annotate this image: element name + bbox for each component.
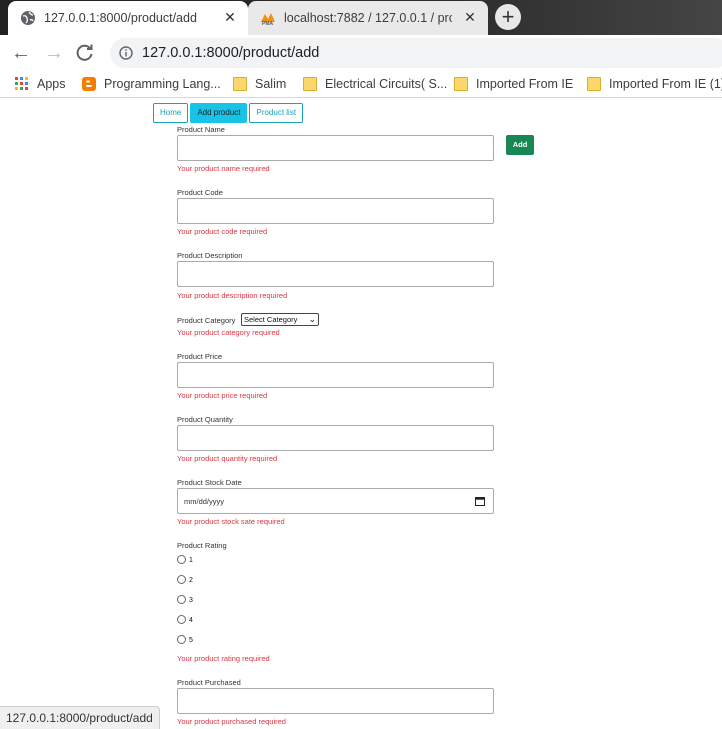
forward-icon[interactable]: → <box>42 41 66 65</box>
product-code-label: Product Code <box>177 188 223 197</box>
product-rating-label: Product Rating <box>177 541 227 550</box>
product-quantity-label: Product Quantity <box>177 415 233 424</box>
bookmark-label: Electrical Circuits( S... <box>325 77 448 91</box>
info-icon[interactable] <box>119 46 133 60</box>
product-stock-date-label: Product Stock Date <box>177 478 242 487</box>
product-purchased-input[interactable] <box>177 688 494 714</box>
rating-option-label: 3 <box>189 597 193 604</box>
product-category-error: Your product category required <box>177 328 280 337</box>
rating-option-label: 5 <box>189 637 193 644</box>
rating-option-label: 1 <box>189 557 193 564</box>
address-bar[interactable]: 127.0.0.1:8000/product/add <box>110 38 722 68</box>
product-list-button[interactable]: Product list <box>249 103 304 123</box>
product-quantity-input[interactable] <box>177 425 494 451</box>
reload-icon[interactable] <box>75 43 95 63</box>
tab-title: localhost:7882 / 127.0.0.1 / produ <box>284 11 452 25</box>
bookmark-programming[interactable]: Programming Lang... <box>82 75 221 93</box>
bookmark-apps[interactable]: Apps <box>15 75 66 93</box>
rating-option-label: 4 <box>189 617 193 624</box>
page-nav: Home Add product Product list <box>153 103 305 123</box>
product-purchased-error: Your product purchased required <box>177 717 286 726</box>
bookmark-label: Imported From IE (1) <box>609 77 722 91</box>
product-stock-date-error: Your product stock sate required <box>177 517 285 526</box>
tab-title: 127.0.0.1:8000/product/add <box>44 11 197 25</box>
rating-option-label: 2 <box>189 577 193 584</box>
product-stock-date-input[interactable]: mm/dd/yyyy <box>177 488 494 514</box>
product-category-selected: Select Category <box>244 315 298 324</box>
product-description-input[interactable] <box>177 261 494 287</box>
tab-phpmyadmin[interactable]: PMA localhost:7882 / 127.0.0.1 / produ ✕ <box>248 1 488 35</box>
bookmark-imported-ie[interactable]: Imported From IE <box>454 75 573 93</box>
folder-icon <box>233 77 247 91</box>
close-tab-icon[interactable]: ✕ <box>462 9 478 25</box>
bookmark-label: Imported From IE <box>476 77 574 91</box>
add-button[interactable]: Add <box>506 135 534 155</box>
bookmark-label: Programming Lang... <box>104 77 221 91</box>
rating-radio-2[interactable] <box>177 575 186 584</box>
bookmark-salim[interactable]: Salim <box>233 75 286 93</box>
back-icon[interactable]: ← <box>9 41 33 65</box>
close-tab-icon[interactable]: ✕ <box>222 9 238 25</box>
phpmyadmin-icon: PMA <box>261 13 275 26</box>
rating-radio-1[interactable] <box>177 555 186 564</box>
bookmark-electrical[interactable]: Electrical Circuits( S... <box>303 75 447 93</box>
rating-radio-5[interactable] <box>177 635 186 644</box>
add-product-button[interactable]: Add product <box>190 103 248 123</box>
tab-product-add[interactable]: 127.0.0.1:8000/product/add ✕ <box>8 1 248 35</box>
product-description-error: Your product description required <box>177 291 288 300</box>
product-price-input[interactable] <box>177 362 494 388</box>
folder-icon <box>454 77 468 91</box>
rating-radio-3[interactable] <box>177 595 186 604</box>
tab-strip: 127.0.0.1:8000/product/add ✕ PMA localho… <box>0 0 722 35</box>
folder-icon <box>303 77 317 91</box>
bookmark-label: Salim <box>255 77 287 91</box>
bookmark-imported-ie-1[interactable]: Imported From IE (1) <box>587 75 722 93</box>
product-name-label: Product Name <box>177 125 225 134</box>
bookmarks-bar: Apps Programming Lang... Salim Electrica… <box>0 71 722 98</box>
product-code-input[interactable] <box>177 198 494 224</box>
date-placeholder: mm/dd/yyyy <box>184 497 225 506</box>
bookmark-label: Apps <box>37 77 66 91</box>
product-rating-error: Your product rating required <box>177 654 270 663</box>
url-text: 127.0.0.1:8000/product/add <box>142 45 320 61</box>
product-name-input[interactable] <box>177 135 494 161</box>
apps-grid-icon <box>15 77 28 90</box>
product-purchased-label: Product Purchased <box>177 678 241 687</box>
product-name-error: Your product name required <box>177 164 270 173</box>
home-button[interactable]: Home <box>153 103 189 123</box>
browser-toolbar: ← → 127.0.0.1:8000/product/add <box>0 35 722 71</box>
product-quantity-error: Your product quantity required <box>177 454 278 463</box>
product-category-label: Product Category <box>177 316 236 325</box>
calendar-icon[interactable] <box>475 496 485 506</box>
product-description-label: Product Description <box>177 251 243 260</box>
svg-text:PMA: PMA <box>262 21 274 26</box>
status-bar-url: 127.0.0.1:8000/product/add <box>0 706 160 729</box>
product-category-select[interactable]: Select Category ⌄ <box>241 313 319 326</box>
blogger-icon <box>82 77 96 91</box>
folder-icon <box>587 77 601 91</box>
globe-icon <box>21 11 35 25</box>
chevron-down-icon: ⌄ <box>308 314 316 324</box>
product-code-error: Your product code required <box>177 227 268 236</box>
rating-radio-4[interactable] <box>177 615 186 624</box>
new-tab-button[interactable]: + <box>495 4 521 30</box>
product-price-error: Your product price required <box>177 391 268 400</box>
product-price-label: Product Price <box>177 352 223 361</box>
